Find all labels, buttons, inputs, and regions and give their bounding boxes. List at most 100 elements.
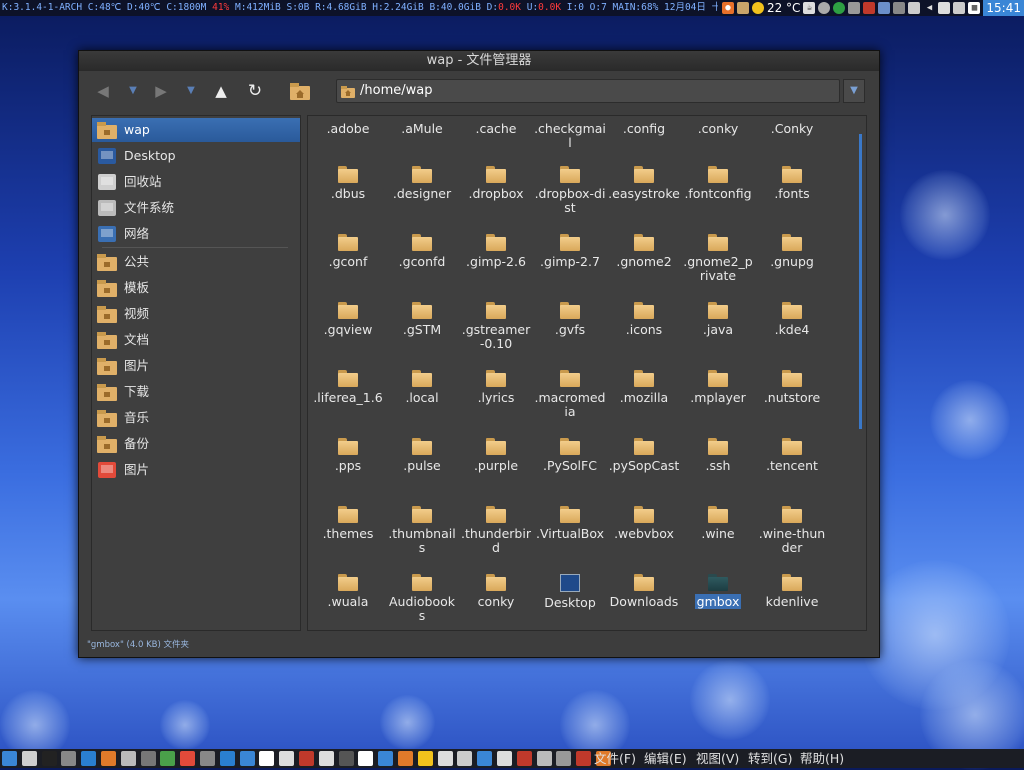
sidebar-item-5[interactable]: 网络 — [92, 222, 300, 246]
file-manager-icon[interactable] — [21, 751, 37, 766]
file-item[interactable]: .gimp-2.7 — [534, 234, 606, 269]
status-icon[interactable] — [833, 2, 846, 14]
notes-icon[interactable] — [736, 2, 749, 14]
file-item[interactable]: .icons — [608, 302, 680, 337]
monitor-icon[interactable] — [200, 751, 215, 766]
sidebar-item-12[interactable]: 音乐 — [92, 406, 300, 430]
sidebar-item-7[interactable]: 模板 — [92, 276, 300, 300]
app-icon[interactable] — [338, 751, 354, 766]
chat-icon[interactable] — [848, 2, 861, 14]
workspace-icon[interactable]: ▦ — [968, 2, 981, 14]
file-item[interactable]: .gnupg — [756, 234, 828, 269]
chat-icon[interactable] — [160, 751, 176, 766]
file-item[interactable]: .dbus — [312, 166, 384, 201]
sidebar-item-2[interactable]: Desktop — [92, 144, 300, 168]
disk-icon[interactable] — [140, 751, 156, 766]
firefox-icon[interactable] — [101, 751, 116, 766]
sidebar-item-3[interactable]: 回收站 — [92, 170, 300, 194]
file-item[interactable]: .VirtualBox — [534, 506, 606, 541]
vertical-scrollbar[interactable] — [859, 134, 862, 429]
firefox-icon[interactable] — [398, 751, 413, 766]
terminal-icon[interactable] — [41, 751, 57, 766]
editor-icon[interactable] — [457, 751, 473, 766]
search-icon[interactable] — [477, 751, 493, 766]
file-item[interactable]: .gstreamer-0.10 — [460, 302, 532, 351]
eye-icon[interactable] — [279, 751, 295, 766]
file-item[interactable]: .ssh — [682, 438, 754, 473]
browser-icon[interactable] — [81, 751, 97, 766]
back-arrow-icon[interactable]: ◀ — [93, 81, 113, 101]
menu-edit[interactable]: 编辑(E) — [644, 749, 687, 768]
forward-arrow-icon[interactable]: ▶ — [151, 81, 171, 101]
file-item[interactable]: .mplayer — [682, 370, 754, 405]
file-item[interactable]: .tencent — [756, 438, 828, 473]
sidebar-item-8[interactable]: 视频 — [92, 302, 300, 326]
scissors-icon[interactable] — [259, 751, 275, 766]
sidebar-item-1[interactable]: wap — [92, 118, 300, 142]
photo-icon[interactable] — [299, 751, 314, 766]
smile-icon[interactable] — [417, 751, 433, 766]
start-menu-icon[interactable] — [2, 751, 17, 766]
sidebar-item-14[interactable]: 图片 — [92, 458, 300, 482]
menu-view[interactable]: 视图(V) — [696, 749, 739, 768]
game-icon[interactable] — [516, 751, 532, 766]
paint-icon[interactable] — [893, 2, 906, 14]
file-item[interactable]: .wuala — [312, 574, 384, 609]
file-item[interactable]: Downloads — [608, 574, 680, 609]
settings-icon[interactable] — [120, 751, 136, 766]
file-item[interactable]: .conky — [682, 122, 754, 136]
file-item[interactable]: .Conky — [756, 122, 828, 136]
location-path[interactable]: /home/wap — [360, 80, 432, 102]
weather-sun-icon[interactable] — [751, 2, 764, 14]
sidebar-item-4[interactable]: 文件系统 — [92, 196, 300, 220]
location-bar[interactable]: /home/wap — [336, 79, 840, 103]
volume-icon[interactable]: ◀ — [923, 2, 935, 14]
file-item[interactable]: .gconf — [312, 234, 384, 269]
file-item[interactable]: .liferea_1.6 — [312, 370, 384, 405]
file-item[interactable]: .macromedia — [534, 370, 606, 419]
file-item[interactable]: .java — [682, 302, 754, 337]
back-history-dropdown-icon[interactable]: ▼ — [123, 81, 143, 101]
file-item[interactable]: .cache — [460, 122, 532, 136]
file-item[interactable]: .fonts — [756, 166, 828, 201]
weather-temperature[interactable]: 22 °C — [767, 0, 800, 16]
file-item[interactable]: .gSTM — [386, 302, 458, 337]
download-icon[interactable] — [219, 751, 235, 766]
file-item[interactable]: Audiobooks — [386, 574, 458, 623]
file-item[interactable]: kdenlive — [756, 574, 828, 609]
storage-icon[interactable] — [953, 2, 966, 14]
up-arrow-icon[interactable]: ▲ — [211, 81, 231, 101]
file-item[interactable]: .webvbox — [608, 506, 680, 541]
file-item[interactable]: .easystroke — [608, 166, 680, 201]
file-item[interactable]: .pps — [312, 438, 384, 473]
tool-icon[interactable] — [878, 2, 891, 14]
file-item[interactable]: conky — [460, 574, 532, 609]
chat-icon[interactable] — [437, 751, 453, 766]
file-item[interactable]: .wine-thunder — [756, 506, 828, 555]
file-item[interactable]: .gqview — [312, 302, 384, 337]
network-icon[interactable] — [239, 751, 255, 766]
file-item[interactable]: .designer — [386, 166, 458, 201]
clock[interactable]: 15:41 — [983, 0, 1024, 16]
file-item[interactable]: .themes — [312, 506, 384, 541]
file-item[interactable]: Desktop — [534, 574, 606, 610]
menu-file[interactable]: 文件(F) — [594, 749, 636, 768]
penguin-icon[interactable] — [863, 2, 876, 14]
firefox-icon[interactable]: ● — [721, 2, 734, 14]
cup-icon[interactable]: ☕ — [803, 2, 816, 14]
file-item[interactable]: .adobe — [312, 122, 384, 136]
sidebar-item-10[interactable]: 图片 — [92, 354, 300, 378]
window-titlebar[interactable]: wap - 文件管理器 — [79, 51, 879, 71]
location-dropdown-button[interactable]: ▼ — [843, 79, 865, 103]
file-item[interactable]: .local — [386, 370, 458, 405]
app-icon[interactable] — [576, 751, 592, 766]
file-item[interactable]: .kde4 — [756, 302, 828, 337]
file-item[interactable]: .thumbnails — [386, 506, 458, 555]
refresh-icon[interactable]: ↻ — [245, 81, 265, 101]
app-icon[interactable] — [180, 751, 196, 766]
file-item[interactable]: .mozilla — [608, 370, 680, 405]
file-item[interactable]: .dropbox-dist — [534, 166, 606, 215]
battery-icon[interactable] — [938, 2, 951, 14]
file-item[interactable]: .gnome2 — [608, 234, 680, 269]
file-item[interactable]: .wine — [682, 506, 754, 541]
